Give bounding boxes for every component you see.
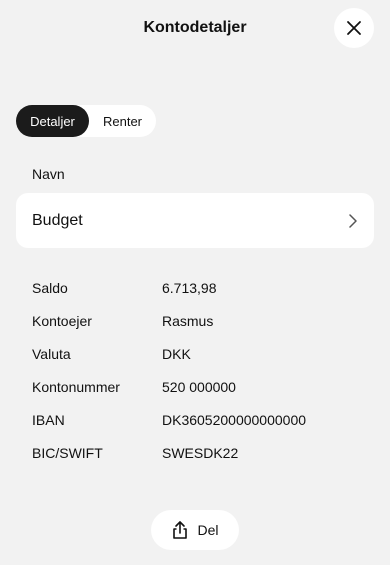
share-icon [173, 521, 188, 539]
account-details-list: Saldo 6.713,98 Kontoejer Rasmus Valuta D… [32, 279, 362, 477]
detail-label: BIC/SWIFT [32, 445, 103, 461]
detail-label: Kontoejer [32, 313, 92, 329]
name-section-label: Navn [32, 166, 65, 182]
detail-value: SWESDK22 [162, 445, 239, 461]
account-name-value: Budget [32, 211, 83, 229]
detail-label: Saldo [32, 280, 68, 296]
detail-row-iban: IBAN DK3605200000000000 [32, 411, 362, 444]
close-button[interactable] [334, 8, 374, 48]
tab-renter[interactable]: Renter [89, 105, 156, 137]
detail-value: 520 000000 [162, 379, 236, 395]
page-title: Kontodetaljer [143, 19, 247, 36]
share-button[interactable]: Del [151, 510, 239, 550]
close-icon [347, 21, 361, 35]
detail-label: IBAN [32, 412, 65, 428]
detail-label: Kontonummer [32, 379, 120, 395]
tab-detaljer[interactable]: Detaljer [16, 105, 89, 137]
detail-value: DK3605200000000000 [162, 412, 307, 428]
detail-value: Rasmus [162, 313, 214, 329]
share-label: Del [197, 522, 219, 538]
chevron-right-icon [349, 213, 357, 228]
detail-row-saldo: Saldo 6.713,98 [32, 279, 362, 312]
account-name-row[interactable]: Budget [16, 193, 374, 248]
detail-row-valuta: Valuta DKK [32, 345, 362, 378]
segmented-tabs: Detaljer Renter [16, 105, 156, 137]
detail-value: 6.713,98 [162, 280, 217, 296]
detail-label: Valuta [32, 346, 71, 362]
detail-value: DKK [162, 346, 191, 362]
detail-row-kontoejer: Kontoejer Rasmus [32, 312, 362, 345]
detail-row-bic-swift: BIC/SWIFT SWESDK22 [32, 444, 362, 477]
detail-row-kontonummer: Kontonummer 520 000000 [32, 378, 362, 411]
